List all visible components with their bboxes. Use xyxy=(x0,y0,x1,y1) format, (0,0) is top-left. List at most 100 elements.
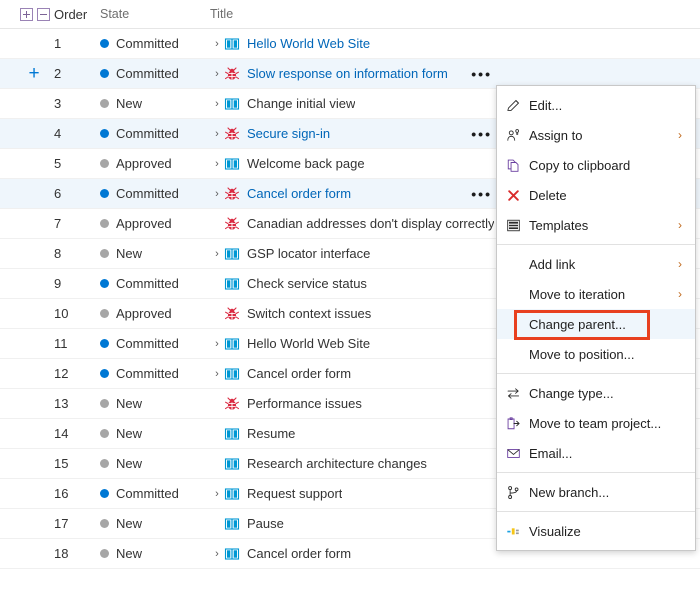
cell-state: Approved xyxy=(100,216,210,231)
header-state[interactable]: State xyxy=(100,7,210,21)
state-dot-icon xyxy=(100,189,109,198)
table-row[interactable]: 1 Committed › Hello World Web Site xyxy=(0,29,700,59)
menu-item-visualize[interactable]: Visualize› xyxy=(497,516,695,546)
menu-item-email[interactable]: Email...› xyxy=(497,438,695,468)
menu-item-delete[interactable]: Delete› xyxy=(497,180,695,210)
chevron-right-icon[interactable]: › xyxy=(210,488,224,500)
menu-item-copy-to-clipboard[interactable]: Copy to clipboard› xyxy=(497,150,695,180)
bug-icon xyxy=(225,306,239,320)
bug-icon xyxy=(225,396,239,410)
menu-item-move-to-team-project[interactable]: Move to team project...› xyxy=(497,408,695,438)
menu-item-label: Edit... xyxy=(529,97,563,113)
state-label: Approved xyxy=(116,306,172,321)
bug-icon xyxy=(225,126,239,140)
state-label: Committed xyxy=(116,126,179,141)
work-item-title[interactable]: Secure sign-in xyxy=(247,126,330,141)
cell-order: 4 xyxy=(54,126,62,141)
work-item-title[interactable]: Resume xyxy=(247,426,295,441)
work-item-title[interactable]: GSP locator interface xyxy=(247,246,370,261)
menu-item-change-type[interactable]: Change type...› xyxy=(497,378,695,408)
work-item-title[interactable]: Check service status xyxy=(247,276,367,291)
menu-item-new-branch[interactable]: New branch...› xyxy=(497,477,695,507)
state-dot-icon xyxy=(100,429,109,438)
state-dot-icon xyxy=(100,249,109,258)
row-add-child-plus-icon[interactable]: + xyxy=(14,64,54,83)
change-type-icon xyxy=(497,386,529,401)
cell-state: New xyxy=(100,96,210,111)
cell-order: 7 xyxy=(54,216,62,231)
plus-box-icon[interactable] xyxy=(20,7,33,21)
work-item-title[interactable]: Cancel order form xyxy=(247,186,351,201)
row-more-actions-icon[interactable]: ••• xyxy=(471,67,492,81)
delete-x-icon xyxy=(497,188,529,203)
cell-order: 13 xyxy=(54,396,69,411)
templates-icon xyxy=(497,218,529,233)
work-item-title[interactable]: Research architecture changes xyxy=(247,456,427,471)
state-label: Approved xyxy=(116,156,172,171)
work-item-title[interactable]: Pause xyxy=(247,516,284,531)
menu-item-label: Delete xyxy=(529,187,567,203)
chevron-right-icon[interactable]: › xyxy=(210,128,224,140)
menu-separator xyxy=(497,373,695,374)
menu-item-move-to-iteration[interactable]: Move to iteration › xyxy=(497,279,695,309)
state-label: Committed xyxy=(116,36,179,51)
chevron-right-icon[interactable]: › xyxy=(210,98,224,110)
menu-item-label: Assign to xyxy=(529,127,583,143)
state-label: New xyxy=(116,246,143,261)
cell-state: Committed xyxy=(100,336,210,351)
cell-order: 2 xyxy=(54,66,62,81)
work-item-title[interactable]: Cancel order form xyxy=(247,366,351,381)
chevron-right-icon[interactable]: › xyxy=(210,38,224,50)
menu-item-edit[interactable]: Edit...› xyxy=(497,90,695,120)
cell-state: Committed xyxy=(100,186,210,201)
work-item-title[interactable]: Cancel order form xyxy=(247,546,351,561)
work-item-title[interactable]: Hello World Web Site xyxy=(247,36,370,51)
row-more-actions-icon[interactable]: ••• xyxy=(471,187,492,201)
work-item-title[interactable]: Change initial view xyxy=(247,96,355,111)
user-story-icon xyxy=(224,457,240,470)
cell-title: › Hello World Web Site xyxy=(210,36,700,52)
grid-header-row: Order State Title xyxy=(0,0,700,29)
menu-item-templates[interactable]: Templates › xyxy=(497,210,695,240)
work-item-title[interactable]: Hello World Web Site xyxy=(247,336,370,351)
user-story-icon xyxy=(224,547,240,560)
menu-item-change-parent[interactable]: Change parent...› xyxy=(497,309,695,339)
work-item-title[interactable]: Welcome back page xyxy=(247,156,365,171)
work-item-title[interactable]: Performance issues xyxy=(247,396,362,411)
header-title[interactable]: Title xyxy=(210,7,700,21)
work-item-title[interactable]: Request support xyxy=(247,486,342,501)
user-story-icon xyxy=(224,157,240,170)
move-project-icon xyxy=(497,416,529,431)
menu-item-move-to-position[interactable]: Move to position...› xyxy=(497,339,695,369)
bug-icon xyxy=(225,186,239,200)
cell-order: 16 xyxy=(54,486,69,501)
menu-item-add-link[interactable]: Add link › xyxy=(497,249,695,279)
cell-state: New xyxy=(100,456,210,471)
state-dot-icon xyxy=(100,219,109,228)
state-dot-icon xyxy=(100,489,109,498)
copy-icon xyxy=(497,158,529,173)
chevron-right-icon[interactable]: › xyxy=(210,68,224,80)
user-story-icon xyxy=(224,487,240,500)
cell-order: 3 xyxy=(54,96,62,111)
cell-title: › Slow response on information form xyxy=(210,66,700,82)
chevron-right-icon[interactable]: › xyxy=(210,338,224,350)
chevron-right-icon[interactable]: › xyxy=(210,188,224,200)
work-item-title[interactable]: Canadian addresses don't display correct… xyxy=(247,216,494,231)
state-dot-icon xyxy=(100,369,109,378)
work-item-title[interactable]: Switch context issues xyxy=(247,306,371,321)
menu-item-assign-to[interactable]: Assign to › xyxy=(497,120,695,150)
chevron-right-icon[interactable]: › xyxy=(210,158,224,170)
chevron-right-icon[interactable]: › xyxy=(210,248,224,260)
header-order[interactable]: Order xyxy=(54,7,100,22)
chevron-right-icon[interactable]: › xyxy=(210,548,224,560)
row-more-actions-icon[interactable]: ••• xyxy=(471,127,492,141)
menu-item-label: Email... xyxy=(529,445,573,461)
user-story-icon xyxy=(224,37,240,50)
minus-box-icon[interactable] xyxy=(37,7,50,21)
state-label: New xyxy=(116,456,143,471)
branch-icon xyxy=(497,485,529,500)
menu-item-label: Copy to clipboard xyxy=(529,157,631,173)
chevron-right-icon[interactable]: › xyxy=(210,368,224,380)
work-item-title[interactable]: Slow response on information form xyxy=(247,66,448,81)
